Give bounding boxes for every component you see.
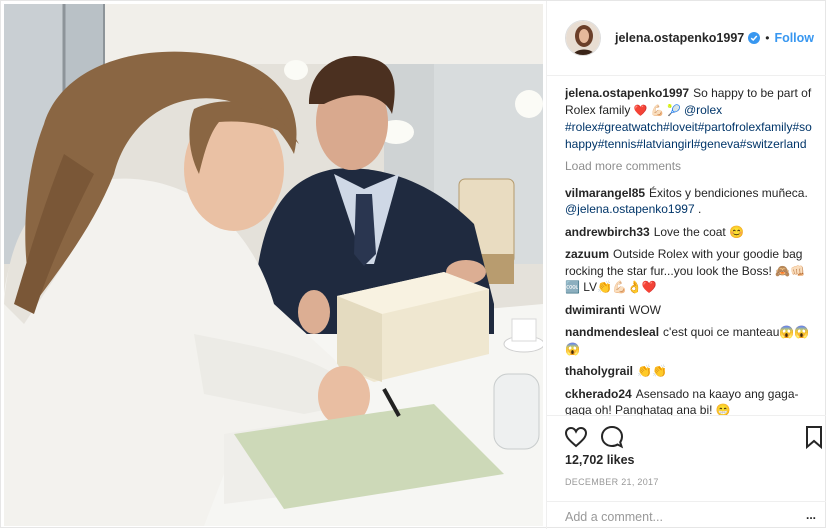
comment-username[interactable]: dwimiranti bbox=[565, 303, 625, 317]
comment-icon[interactable] bbox=[599, 424, 625, 450]
action-bar bbox=[547, 415, 826, 455]
post-header: jelena.ostapenko1997 • Follow bbox=[547, 1, 826, 76]
post-photo[interactable] bbox=[4, 4, 543, 526]
post-photo-illustration bbox=[4, 4, 543, 526]
comment-item: zazuum Outside Rolex with your goodie bag… bbox=[565, 246, 815, 296]
caption-mention[interactable]: @rolex bbox=[684, 103, 722, 117]
more-options-icon[interactable]: ... bbox=[806, 508, 816, 522]
post-side-panel: jelena.ostapenko1997 • Follow jelena.ost… bbox=[546, 1, 826, 529]
comment-item: nandmendesleal c'est quoi ce manteau😱😱😱 bbox=[565, 324, 815, 357]
comment-username[interactable]: zazuum bbox=[565, 247, 609, 261]
bookmark-icon[interactable] bbox=[801, 424, 826, 450]
comment-username[interactable]: vilmarangel85 bbox=[565, 186, 645, 200]
load-more-comments-button[interactable]: Load more comments bbox=[565, 158, 815, 175]
comment-mention[interactable]: @jelena.ostapenko1997 bbox=[565, 202, 695, 216]
comment-item: ckherado24 Asensado na kaayo ang gaga-gag… bbox=[565, 386, 815, 416]
comment-text: Éxitos y bendiciones muñeca. bbox=[649, 185, 808, 200]
separator-dot: • bbox=[765, 31, 770, 45]
post-date[interactable]: DECEMBER 21, 2017 bbox=[565, 477, 659, 487]
caption-hashtags[interactable]: #rolex#greatwatch#loveit#partofrolexfami… bbox=[565, 120, 812, 151]
verified-badge-icon bbox=[748, 32, 761, 44]
instagram-post: jelena.ostapenko1997 • Follow jelena.ost… bbox=[0, 0, 826, 529]
likes-count[interactable]: 12,702 likes bbox=[565, 453, 635, 467]
comments-list[interactable]: jelena.ostapenko1997 So happy to be part … bbox=[565, 85, 815, 415]
avatar[interactable] bbox=[565, 20, 601, 56]
comment-item: vilmarangel85 Éxitos y bendiciones muñeca… bbox=[565, 185, 815, 218]
avatar-image bbox=[566, 21, 600, 55]
comment-username[interactable]: thaholygrail bbox=[565, 364, 633, 378]
comment-username[interactable]: andrewbirch33 bbox=[565, 225, 650, 239]
comment-item: thaholygrail 👏👏 bbox=[565, 363, 815, 380]
comment-text: WOW bbox=[629, 302, 662, 317]
comment-suffix: . bbox=[694, 202, 702, 216]
follow-button[interactable]: Follow bbox=[774, 31, 814, 45]
caption: jelena.ostapenko1997 So happy to be part … bbox=[565, 85, 815, 152]
header-username[interactable]: jelena.ostapenko1997 bbox=[615, 31, 744, 45]
comment-text: Love the coat 😊 bbox=[653, 224, 745, 239]
add-comment-input[interactable] bbox=[565, 510, 795, 524]
comment-text: 👏👏 bbox=[637, 364, 667, 378]
add-comment-bar: ... bbox=[547, 501, 826, 529]
comment-username[interactable]: ckherado24 bbox=[565, 387, 632, 401]
comment-username[interactable]: nandmendesleal bbox=[565, 325, 659, 339]
comment-item: dwimiranti WOW bbox=[565, 302, 815, 319]
heart-icon[interactable] bbox=[563, 424, 589, 450]
caption-username[interactable]: jelena.ostapenko1997 bbox=[565, 86, 689, 100]
comment-item: andrewbirch33 Love the coat 😊 bbox=[565, 224, 815, 241]
caption-emojis: ❤️ 💪🏻 🎾 bbox=[633, 104, 684, 117]
